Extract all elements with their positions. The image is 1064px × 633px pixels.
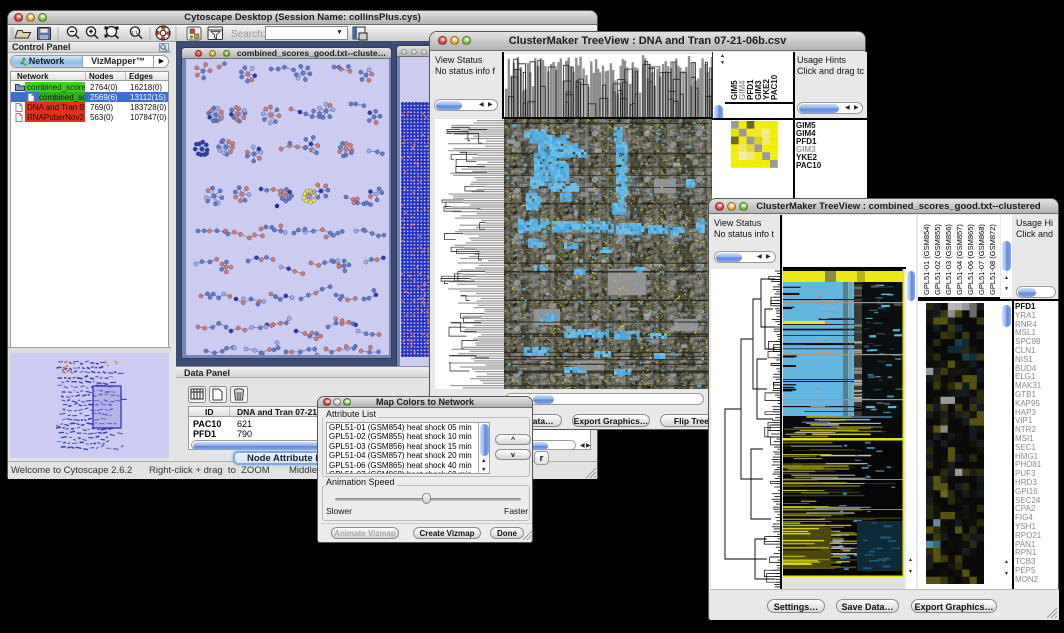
svg-text:1:1: 1:1 bbox=[131, 30, 138, 36]
